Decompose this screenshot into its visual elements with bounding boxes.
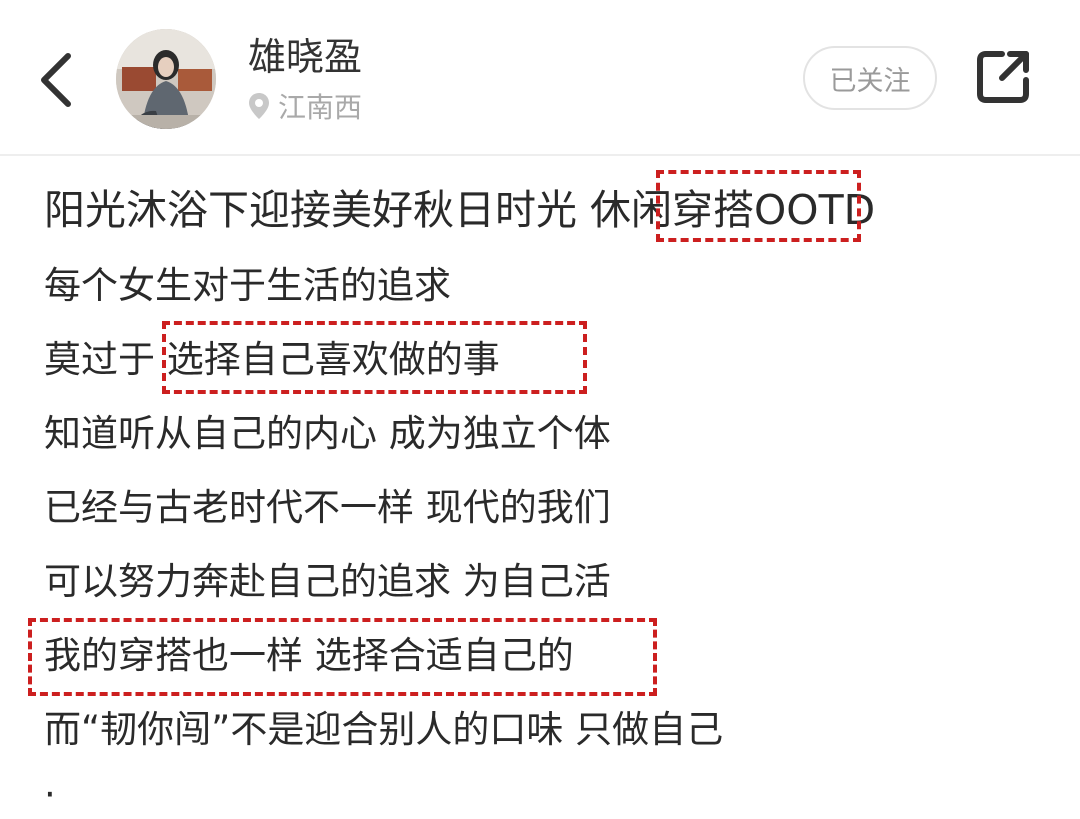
user-name[interactable]: 雄晓盈: [248, 34, 362, 80]
post-line: ·: [44, 773, 56, 816]
location-label: 江南西: [278, 91, 363, 124]
location-pin-icon: [249, 93, 269, 119]
post-content: 阳光沐浴下迎接美好秋日时光 休闲穿搭OOTD 每个女生对于生活的追求 莫过于 选…: [0, 156, 1080, 816]
post-line: 莫过于 选择自己喜欢做的事: [44, 338, 500, 381]
avatar[interactable]: [116, 29, 216, 129]
post-line: 已经与古老时代不一样 现代的我们: [44, 486, 611, 529]
post-line: 可以努力奔赴自己的追求 为自己活: [44, 560, 611, 603]
share-button[interactable]: [972, 46, 1034, 108]
post-line: 知道听从自己的内心 成为独立个体: [44, 412, 611, 455]
post-line: 而“韧你闯”不是迎合别人的口味 只做自己: [44, 708, 724, 751]
post-line: 我的穿搭也一样 选择合适自己的: [44, 634, 574, 677]
back-button[interactable]: [30, 40, 86, 120]
post-line: 每个女生对于生活的追求: [44, 264, 451, 307]
post-title: 阳光沐浴下迎接美好秋日时光 休闲穿搭OOTD: [44, 186, 876, 234]
location: 江南西: [248, 86, 362, 126]
follow-button[interactable]: 已关注: [803, 46, 937, 110]
share-external-icon: [977, 51, 1029, 103]
avatar-photo: [116, 29, 216, 129]
post-header: 雄晓盈 江南西 已关注: [0, 0, 1080, 156]
chevron-left-icon: [41, 53, 71, 107]
